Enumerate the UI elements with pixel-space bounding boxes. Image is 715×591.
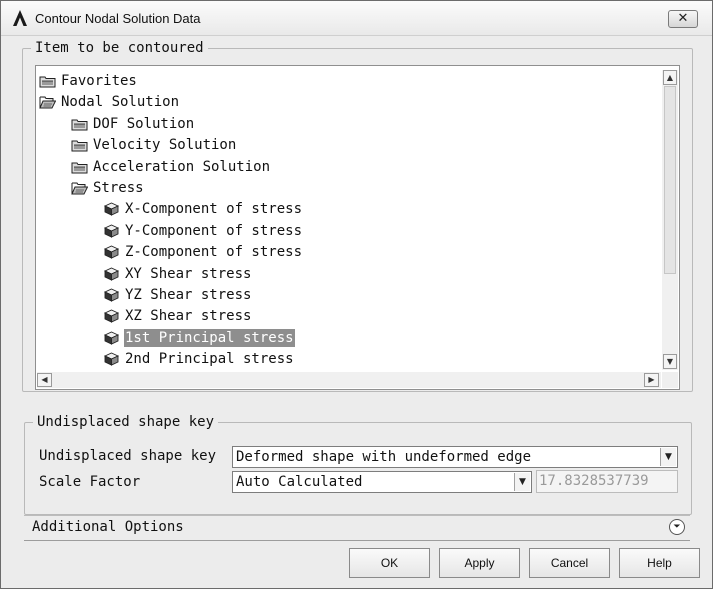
tree-item-label: X-Component of stress xyxy=(125,201,303,218)
scroll-left-arrow-icon[interactable]: ◀ xyxy=(37,373,52,387)
tree-item-label: Nodal Solution xyxy=(61,94,180,111)
scale-factor-label: Scale Factor xyxy=(39,474,141,490)
tree-item[interactable]: 1st Principal stress xyxy=(103,328,295,348)
scrollbar-corner xyxy=(662,372,678,388)
cube-icon xyxy=(103,331,120,345)
undisplaced-shape-key-value: Deformed shape with undeformed edge xyxy=(236,449,532,465)
cube-icon xyxy=(103,288,120,302)
ok-button[interactable]: OK xyxy=(349,548,430,578)
closed-folder-icon xyxy=(71,117,88,131)
tree-item[interactable]: Stress xyxy=(71,178,145,198)
title-bar[interactable]: Contour Nodal Solution Data ✕ xyxy=(1,1,712,36)
cube-icon xyxy=(103,245,120,259)
close-button[interactable]: ✕ xyxy=(668,10,698,28)
tree-horizontal-scrollbar[interactable]: ◀ ▶ xyxy=(37,372,661,388)
tree-item[interactable]: XY Shear stress xyxy=(103,264,252,284)
cube-icon xyxy=(103,352,120,366)
tree-item-label: Favorites xyxy=(61,73,137,89)
tree-item[interactable]: XZ Shear stress xyxy=(103,306,252,326)
closed-folder-icon xyxy=(71,138,88,152)
tree-item[interactable]: YZ Shear stress xyxy=(103,285,252,305)
scale-factor-value: Auto Calculated xyxy=(236,474,363,490)
cube-icon xyxy=(103,224,120,238)
tree-item-label: Acceleration Solution xyxy=(93,158,271,175)
open-folder-icon xyxy=(39,95,57,109)
dropdown-arrow-icon[interactable]: ▼ xyxy=(514,473,530,491)
tree-item[interactable]: 2nd Principal stress xyxy=(103,349,295,369)
tree-item-label: 1st Principal stress xyxy=(124,328,295,347)
tree-item-label: 2nd Principal stress xyxy=(125,351,294,368)
shape-group-legend: Undisplaced shape key xyxy=(37,414,215,430)
tree-item-label: Velocity Solution xyxy=(93,137,237,154)
tree-item-label: Y-Component of stress xyxy=(125,222,303,239)
apply-button[interactable]: Apply xyxy=(439,548,520,578)
tree-item[interactable]: DOF Solution xyxy=(71,114,195,134)
tree-item-label: XY Shear stress xyxy=(125,265,252,282)
tree-vertical-scrollbar[interactable]: ▲ ▼ xyxy=(662,70,678,370)
cube-icon xyxy=(103,309,120,324)
tree-item-label: XZ Shear stress xyxy=(125,308,252,325)
vertical-scroll-thumb[interactable] xyxy=(664,86,676,274)
undisplaced-shape-key-select[interactable]: Deformed shape with undeformed edge ▼ xyxy=(232,446,678,468)
tree-item-label: DOF Solution xyxy=(93,115,195,132)
window-title: Contour Nodal Solution Data xyxy=(35,11,201,26)
undisplaced-shape-key-label: Undisplaced shape key xyxy=(39,448,217,464)
ansys-logo-icon xyxy=(13,10,27,26)
cube-icon xyxy=(103,267,120,281)
expand-chevron-icon[interactable]: ⏷ xyxy=(669,519,685,535)
tree-item[interactable]: Z-Component of stress xyxy=(103,242,303,262)
help-button[interactable]: Help xyxy=(619,548,700,578)
tree-item[interactable]: Velocity Solution xyxy=(71,135,237,155)
scale-factor-select[interactable]: Auto Calculated ▼ xyxy=(232,471,532,493)
closed-folder-icon xyxy=(71,160,88,174)
closed-folder-icon xyxy=(39,74,56,88)
tree-item[interactable]: Nodal Solution xyxy=(39,92,180,112)
tree-item[interactable]: X-Component of stress xyxy=(103,199,303,219)
cancel-button[interactable]: Cancel xyxy=(529,548,610,578)
dropdown-arrow-icon[interactable]: ▼ xyxy=(660,448,676,466)
scroll-up-arrow-icon[interactable]: ▲ xyxy=(663,70,677,85)
scale-factor-number-field: 17.8328537739 xyxy=(536,470,678,493)
tree-item[interactable]: Y-Component of stress xyxy=(103,221,303,241)
tree-item[interactable]: Favorites xyxy=(39,71,138,91)
scroll-right-arrow-icon[interactable]: ▶ xyxy=(644,373,659,387)
solution-tree[interactable]: Favorites Nodal Solution DOF Solution Veloc… xyxy=(35,65,680,390)
open-folder-icon xyxy=(71,181,89,195)
tree-item-label: Stress xyxy=(93,180,144,196)
cube-icon xyxy=(103,202,120,217)
tree-item-label: Z-Component of stress xyxy=(125,244,303,261)
tree-item[interactable]: Acceleration Solution xyxy=(71,157,271,177)
additional-options-label[interactable]: Additional Options xyxy=(32,519,184,535)
scroll-down-arrow-icon[interactable]: ▼ xyxy=(663,354,677,369)
tree-item-label: YZ Shear stress xyxy=(125,287,252,303)
item-group-legend: Item to be contoured xyxy=(35,40,204,56)
